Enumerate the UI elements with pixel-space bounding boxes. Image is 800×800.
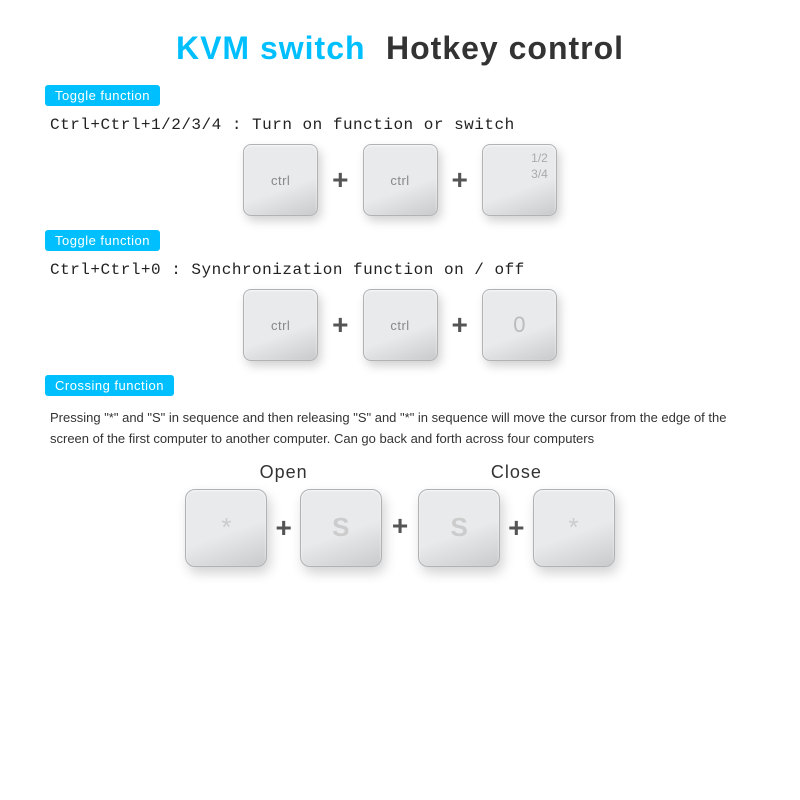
key-ctrl-3: ctrl xyxy=(243,289,318,361)
key-ctrl-4: ctrl xyxy=(363,289,438,361)
close-keys: S + * xyxy=(418,489,614,567)
num-lines: 1/2 3/4 xyxy=(531,151,548,182)
crossing-keys-row: Open * + S + Close S + * xyxy=(40,462,760,567)
key-s-close: S xyxy=(418,489,500,567)
hotkey-desc-2: Ctrl+Ctrl+0 : Synchronization function o… xyxy=(50,261,760,279)
page: KVM switch Hotkey control Toggle functio… xyxy=(0,0,800,800)
kvm-title: KVM switch xyxy=(176,30,366,66)
close-group: Close S + * xyxy=(418,462,614,567)
plus-2: + xyxy=(452,164,468,196)
section-toggle-1: Toggle function Ctrl+Ctrl+1/2/3/4 : Turn… xyxy=(40,85,760,216)
badge-toggle-1: Toggle function xyxy=(45,85,160,106)
plus-4: + xyxy=(452,309,468,341)
open-keys: * + S xyxy=(185,489,381,567)
plus-5: + xyxy=(275,512,291,544)
badge-crossing: Crossing function xyxy=(45,375,174,396)
key-star-close: * xyxy=(533,489,615,567)
close-label: Close xyxy=(491,462,542,483)
keys-row-1: ctrl + ctrl + 1/2 3/4 xyxy=(40,144,760,216)
plus-3: + xyxy=(332,309,348,341)
plus-6: + xyxy=(508,512,524,544)
plus-between-groups: + xyxy=(392,510,408,542)
key-ctrl-2: ctrl xyxy=(363,144,438,216)
main-title: KVM switch Hotkey control xyxy=(40,30,760,67)
plus-1: + xyxy=(332,164,348,196)
key-s-open: S xyxy=(300,489,382,567)
crossing-desc: Pressing "*" and "S" in sequence and the… xyxy=(50,408,730,450)
keys-row-2: ctrl + ctrl + 0 xyxy=(40,289,760,361)
key-ctrl-1: ctrl xyxy=(243,144,318,216)
section-toggle-2: Toggle function Ctrl+Ctrl+0 : Synchroniz… xyxy=(40,230,760,361)
hotkey-desc-1: Ctrl+Ctrl+1/2/3/4 : Turn on function or … xyxy=(50,116,760,134)
open-group: Open * + S xyxy=(185,462,381,567)
open-label: Open xyxy=(260,462,308,483)
hotkey-title: Hotkey control xyxy=(386,30,624,66)
key-num-1234: 1/2 3/4 xyxy=(482,144,557,216)
key-zero: 0 xyxy=(482,289,557,361)
key-star-open: * xyxy=(185,489,267,567)
section-crossing: Crossing function Pressing "*" and "S" i… xyxy=(40,375,760,567)
badge-toggle-2: Toggle function xyxy=(45,230,160,251)
